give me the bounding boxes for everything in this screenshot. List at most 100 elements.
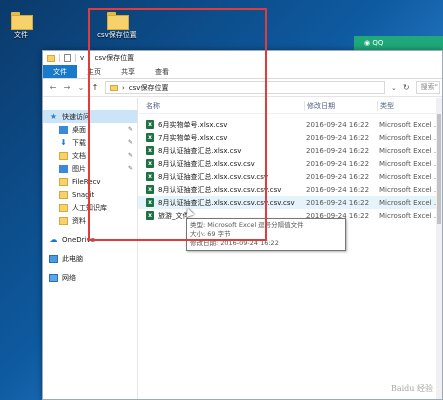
column-name[interactable]: 名称	[138, 101, 304, 111]
file-row[interactable]: x 8月认证抽查汇总.xlsx.csv 2016-09-24 16:22 Micr…	[138, 144, 442, 157]
forward-icon[interactable]: →	[63, 83, 71, 92]
properties-icon[interactable]	[64, 54, 71, 62]
ribbon-tabs: 文件 主页 共享 查看	[43, 65, 442, 79]
column-type[interactable]: 类型	[377, 100, 442, 111]
chevron-right-icon: ›	[122, 83, 125, 92]
folder-icon	[107, 12, 129, 30]
navigation-pane: ★ 快速访问 桌面 ✎ ⬇ 下载 ✎ 文档 ✎ 图片 ✎ FileRecv Sn…	[43, 98, 138, 399]
nav-item-downloads[interactable]: ⬇ 下载 ✎	[43, 136, 137, 149]
nav-item-label: 资料	[72, 216, 86, 225]
nav-item-label: 网络	[62, 273, 76, 282]
file-date: 2016-09-24 16:22	[306, 172, 370, 181]
file-date: 2016-09-24 16:22	[306, 133, 370, 142]
nav-item-onedrive[interactable]: ☁ OneDrive	[43, 233, 137, 246]
desktop-folder-files[interactable]: 文件	[10, 12, 33, 40]
up-arrow-icon[interactable]: ↑	[91, 83, 99, 92]
nav-item-label: 人工知识库	[72, 203, 107, 212]
file-date: 2016-09-24 16:22	[306, 198, 370, 207]
folder-icon	[11, 12, 33, 30]
nav-item-label: 图片	[72, 164, 86, 173]
desktop-icon-label: 文件	[14, 31, 28, 39]
folder-icon	[59, 190, 68, 199]
title-prefix[interactable]: v	[80, 54, 84, 62]
tab-file[interactable]: 文件	[43, 65, 77, 78]
tooltip-size: 大小: 69 字节	[190, 230, 231, 238]
excel-file-icon: x	[146, 120, 154, 129]
file-row[interactable]: x 8月认证抽查汇总.xlsx.csv.csv.csv.csv 2016-09-2…	[138, 183, 442, 196]
file-name: 8月认证抽查汇总.xlsx.csv	[158, 146, 242, 155]
file-row[interactable]: x 7月实物单号.xlsx.csv 2016-09-24 16:22 Micros…	[138, 131, 442, 144]
file-date: 2016-09-24 16:22	[306, 185, 370, 194]
excel-file-icon: x	[146, 198, 154, 207]
address-path: csv保存位置	[128, 83, 169, 92]
file-row-hovered[interactable]: x 8月认证抽查汇总.xlsx.csv.csv.csv.csv.csv 2016-…	[138, 196, 442, 209]
pin-icon[interactable]: ✎	[128, 152, 133, 159]
excel-file-icon: x	[146, 146, 154, 155]
excel-file-icon: x	[146, 133, 154, 142]
address-bar[interactable]: › csv保存位置	[105, 81, 385, 94]
folder-icon	[110, 84, 118, 91]
nav-item-network[interactable]: 网络	[43, 271, 137, 284]
star-icon: ★	[49, 112, 58, 121]
scrollbar-thumb[interactable]	[437, 114, 441, 224]
nav-item-filerecv[interactable]: FileRecv	[43, 175, 137, 188]
nav-item-label: 此电脑	[62, 254, 83, 263]
file-name: 7月实物单号.xlsx.csv	[158, 133, 228, 142]
column-date[interactable]: 修改日期	[304, 100, 377, 111]
tab-share[interactable]: 共享	[111, 65, 145, 78]
file-row[interactable]: x 8月认证抽查汇总.xlsx.csv.csv.csv 2016-09-24 16…	[138, 170, 442, 183]
tab-view[interactable]: 查看	[145, 65, 179, 78]
recent-chevron-icon[interactable]: ⌄	[77, 83, 85, 92]
picture-icon	[59, 164, 68, 173]
file-type: Microsoft Excel ...	[379, 172, 441, 181]
nav-item-knowledge-base[interactable]: 人工知识库	[43, 201, 137, 214]
refresh-icon[interactable]: ↻	[403, 83, 410, 92]
file-type: Microsoft Excel ...	[379, 159, 441, 168]
back-icon[interactable]: ←	[49, 83, 57, 92]
file-row[interactable]: x 8月认证抽查汇总.xlsx.csv.csv 2016-09-24 16:22 …	[138, 157, 442, 170]
nav-item-label: Snagit	[72, 190, 95, 199]
column-header: 名称 修改日期 类型	[138, 98, 442, 114]
computer-icon	[49, 254, 58, 263]
file-tooltip: 类型: Microsoft Excel 逗号分隔值文件 大小: 69 字节 修改…	[186, 218, 346, 251]
title-bar: v | csv保存位置	[43, 51, 442, 65]
nav-item-desktop[interactable]: 桌面 ✎	[43, 123, 137, 136]
separator	[75, 54, 76, 62]
watermark: Baidu 经验	[390, 384, 433, 393]
nav-item-label: 下载	[72, 138, 86, 147]
pin-icon[interactable]: ✎	[128, 126, 133, 133]
folder-icon	[59, 203, 68, 212]
vertical-scrollbar[interactable]	[436, 98, 442, 399]
network-icon	[49, 273, 58, 282]
separator	[59, 54, 60, 62]
search-input[interactable]: 搜索"	[415, 81, 440, 94]
nav-item-materials[interactable]: 资料	[43, 214, 137, 227]
folder-icon	[47, 54, 55, 62]
nav-item-quick-access[interactable]: ★ 快速访问	[43, 110, 137, 123]
nav-item-pictures[interactable]: 图片 ✎	[43, 162, 137, 175]
excel-file-icon: x	[146, 211, 154, 220]
address-dropdown-icon[interactable]: ⌄	[391, 84, 397, 92]
file-name: 6月实物单号.xlsx.csv	[158, 120, 228, 129]
file-type: Microsoft Excel ...	[379, 120, 441, 129]
desktop-icon-label: csv保存位置	[97, 31, 137, 39]
download-icon: ⬇	[60, 138, 67, 147]
nav-item-label: 快速访问	[62, 112, 90, 121]
pin-icon[interactable]: ✎	[128, 139, 133, 146]
cloud-icon: ☁	[49, 235, 58, 244]
desktop-folder-csv[interactable]: csv保存位置	[92, 12, 142, 40]
qq-bar[interactable]: ◉ QQ	[354, 36, 443, 50]
nav-item-label: FileRecv	[72, 177, 101, 186]
excel-file-icon: x	[146, 185, 154, 194]
file-type: Microsoft Excel ...	[379, 133, 441, 142]
file-type: Microsoft Excel ...	[379, 185, 441, 194]
nav-item-snagit[interactable]: Snagit	[43, 188, 137, 201]
pin-icon[interactable]: ✎	[128, 165, 133, 172]
file-row[interactable]: x 6月实物单号.xlsx.csv 2016-09-24 16:22 Micros…	[138, 118, 442, 131]
file-name: 8月认证抽查汇总.xlsx.csv.csv.csv.csv	[158, 185, 282, 194]
nav-item-documents[interactable]: 文档 ✎	[43, 149, 137, 162]
tab-home[interactable]: 主页	[77, 65, 111, 78]
nav-item-this-pc[interactable]: 此电脑	[43, 252, 137, 265]
folder-icon	[59, 216, 68, 225]
file-name: 8月认证抽查汇总.xlsx.csv.csv.csv	[158, 172, 269, 181]
